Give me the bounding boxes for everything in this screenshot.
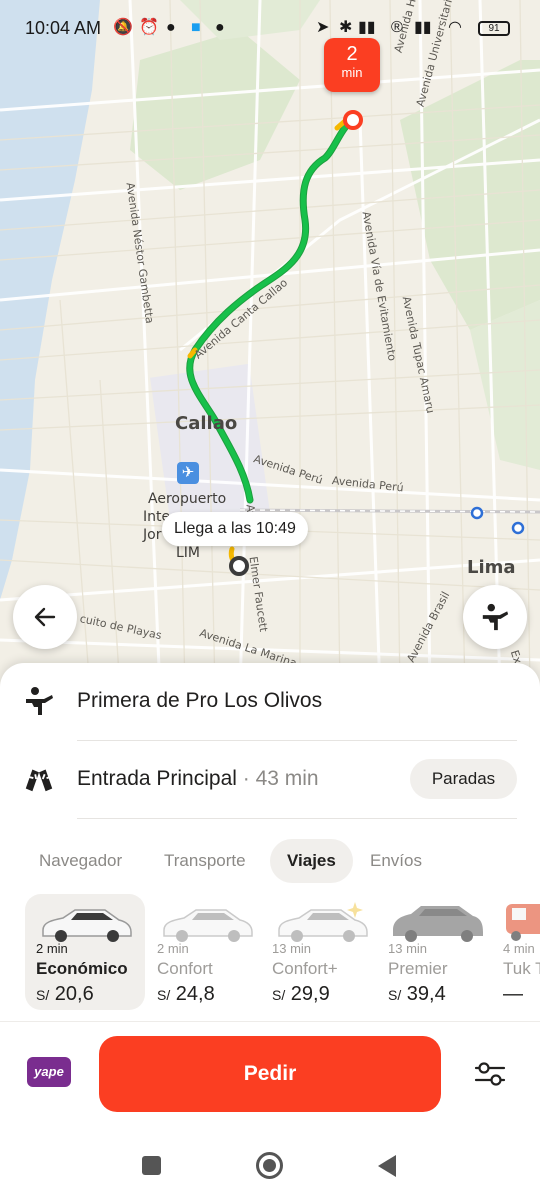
back-button[interactable] <box>13 585 77 649</box>
add-stops-button[interactable]: Paradas <box>410 759 517 799</box>
arrow-left-icon <box>34 607 56 627</box>
tab-navegador[interactable]: Navegador <box>22 839 139 883</box>
tariff-price: S/ 39,4 <box>388 983 446 1006</box>
airport-label: Jor <box>143 527 162 543</box>
tariff-price-value: 24,8 <box>175 983 215 1005</box>
back-triangle-icon[interactable] <box>376 1153 398 1179</box>
pickup-eta-pin: 2 min <box>324 38 380 92</box>
tariff-card-premier[interactable]: 13 min Premier S/ 39,4 <box>377 894 497 1010</box>
wifi-icon: ◠ <box>448 19 462 36</box>
tariff-card-economico[interactable]: 2 min Económico S/ 20,6 <box>25 894 145 1010</box>
tariff-name: Confort+ <box>272 959 338 978</box>
airport-label: Aeropuerto <box>148 491 227 507</box>
order-options-button[interactable] <box>470 1058 510 1090</box>
map-base <box>0 0 540 690</box>
alarm-icon: ⏰ <box>139 19 159 36</box>
pickup-address: Primera de Pro Los Olivos <box>77 689 323 712</box>
person-waving-icon <box>482 603 509 631</box>
tariff-eta: 13 min <box>272 941 312 956</box>
signal-icon: ▮▮ <box>414 19 432 36</box>
tariff-name: Económico <box>36 959 128 978</box>
airport-label: LIM <box>176 545 201 561</box>
checkered-flags-icon <box>25 769 53 792</box>
status-time: 10:04 AM <box>25 18 102 38</box>
tariff-name: Confort <box>157 959 213 978</box>
order-sheet: Primera de Pro Los Olivos Entrada Princi… <box>0 663 540 1200</box>
battery-icon: 91 <box>478 21 510 36</box>
tariff-price-value: 20,6 <box>54 983 94 1005</box>
app-icon: ■ <box>191 19 201 36</box>
tariff-price: S/ 20,6 <box>36 983 94 1006</box>
tariff-eta: 13 min <box>388 941 428 956</box>
mute-icon: 🔕 <box>113 19 133 36</box>
person-waving-icon <box>26 687 53 715</box>
car-icon <box>42 909 132 942</box>
system-navigation-bar <box>0 1130 540 1200</box>
map-city-label: Callao <box>175 413 238 434</box>
status-bar: 10:04 AM 🔕 ⏰ ● ■ ● ➤ ✱ ▮▮ ® ▮▮ ◠ 91 <box>0 0 540 58</box>
tariff-card-confort[interactable]: 2 min Confort S/ 24,8 <box>146 894 266 1010</box>
destination-name: Entrada Principal <box>77 767 237 790</box>
tariff-price: S/ 29,9 <box>272 983 330 1006</box>
tab-viajes[interactable]: Viajes <box>270 839 353 883</box>
tariff-price-value: 39,4 <box>406 983 446 1005</box>
tariff-price: — <box>503 983 523 1006</box>
tariff-eta: 2 min <box>36 941 68 956</box>
order-button[interactable]: Pedir <box>99 1036 441 1112</box>
tariff-card-tuk-tuk[interactable]: 4 min Tuk Tuk — <box>492 894 540 1010</box>
payment-method-button[interactable]: yape <box>27 1057 71 1087</box>
sliders-icon <box>474 1062 506 1086</box>
airplane-icon: ✈ <box>177 462 199 484</box>
destination-duration: · 43 min <box>236 767 319 790</box>
signal-icon: ▮▮ <box>358 19 376 36</box>
tuk-tuk-icon <box>506 904 540 941</box>
tariff-price: S/ 24,8 <box>157 983 215 1006</box>
tariff-price-value: — <box>503 983 523 1005</box>
destination-address: Entrada Principal · 43 min <box>77 767 319 791</box>
recent-apps-button[interactable] <box>142 1156 161 1175</box>
pickup-address-row[interactable]: Primera de Pro Los Olivos <box>0 663 540 739</box>
car-icon <box>393 906 483 942</box>
car-icon <box>278 902 368 942</box>
app-icon: ● <box>215 19 225 36</box>
chat-icon: ● <box>166 19 176 36</box>
map-city-label: Lima <box>467 557 516 578</box>
locate-pickup-button[interactable] <box>463 585 527 649</box>
tab-transporte[interactable]: Transporte <box>147 839 263 883</box>
tariff-name: Tuk Tuk <box>503 959 540 978</box>
arrival-time-bubble: Llega a las 10:49 <box>162 512 308 546</box>
tab-envios[interactable]: Envíos <box>353 839 439 883</box>
roaming-icon: ® <box>391 19 403 36</box>
eta-value: 2 <box>346 43 358 65</box>
tariff-eta: 2 min <box>157 941 189 956</box>
bluetooth-icon: ✱ <box>339 19 353 36</box>
car-icon <box>163 909 253 942</box>
tariff-card-confort-plus[interactable]: 13 min Confort+ S/ 29,9 <box>261 894 381 1010</box>
tariff-price-value: 29,9 <box>290 983 330 1005</box>
tariff-currency: S/ <box>157 987 171 1003</box>
tariff-currency: S/ <box>36 987 50 1003</box>
order-action-bar: yape Pedir <box>0 1021 540 1126</box>
tariff-eta: 4 min <box>503 941 535 956</box>
eta-unit: min <box>341 65 363 80</box>
divider <box>77 818 517 819</box>
location-icon: ➤ <box>316 19 330 36</box>
home-dot <box>263 1159 276 1172</box>
tariff-name: Premier <box>388 959 448 978</box>
home-button[interactable] <box>256 1152 283 1179</box>
map-view[interactable]: Avenida Néstor Gambetta Avenida Canta Ca… <box>0 0 540 690</box>
tariff-currency: S/ <box>272 987 286 1003</box>
tariff-currency: S/ <box>388 987 402 1003</box>
